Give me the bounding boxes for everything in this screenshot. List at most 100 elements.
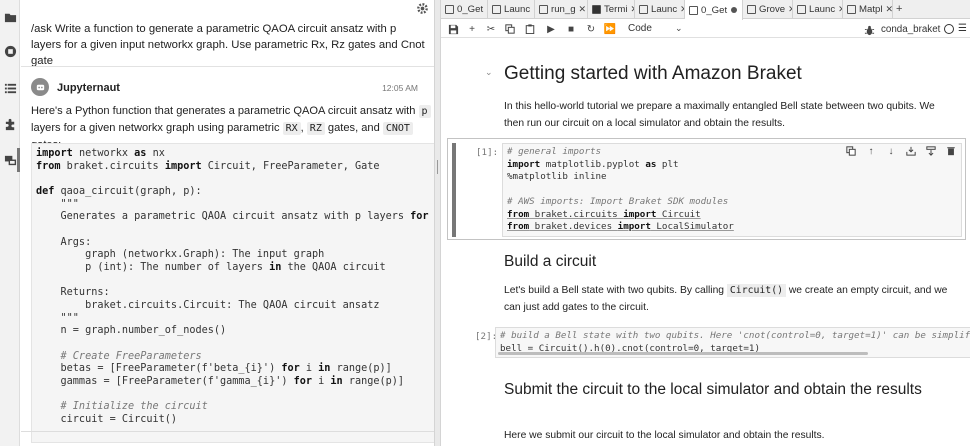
inline-code: RZ [306, 122, 325, 135]
add-tab-icon[interactable]: + [893, 0, 902, 18]
tab-launc[interactable]: Launc✕ [793, 0, 843, 19]
message-timestamp: 12:05 AM [382, 83, 418, 93]
cut-icon[interactable]: ✂ [485, 23, 497, 35]
insert-below-icon[interactable] [925, 145, 937, 157]
inline-code: p [418, 105, 431, 118]
close-icon[interactable]: ✕ [885, 4, 892, 15]
cell-toolbar: ↑ ↓ [845, 145, 957, 157]
paste-icon[interactable] [524, 23, 536, 35]
tab-termi[interactable]: Termi✕ [588, 0, 635, 19]
tab-label: Launc [504, 4, 531, 15]
kernel-status-icon [944, 24, 954, 34]
launcher-icon [639, 5, 648, 14]
fast-forward-icon[interactable]: ⏩ [604, 23, 616, 35]
message-divider [21, 66, 434, 67]
inline-code: CNOT [382, 122, 413, 135]
save-icon[interactable] [447, 23, 459, 35]
notebook-icon [747, 5, 756, 14]
panel-splitter[interactable] [434, 0, 441, 446]
menu-icon[interactable]: ☰ [958, 23, 967, 34]
running-icon[interactable] [3, 44, 17, 58]
tab-label: Termi [604, 4, 628, 15]
code-text: # general imports import matplotlib.pypl… [507, 146, 734, 232]
tab-0-get[interactable]: 0_Get✕ [441, 0, 488, 19]
bot-avatar [31, 78, 49, 96]
section-heading-build: Build a circuit [504, 253, 597, 270]
notebook-title: Getting started with Amazon Braket [504, 63, 802, 84]
horizontal-scrollbar[interactable] [498, 352, 868, 355]
list-icon[interactable] [3, 81, 17, 95]
tab-label: run_g [551, 4, 576, 15]
chat-icon[interactable] [3, 153, 17, 167]
cell-prompt: [2]: [475, 331, 498, 342]
tab-label: 0_Get [701, 4, 728, 16]
notebook-content: ⌄ Getting started with Amazon Braket In … [441, 39, 970, 446]
stop-icon[interactable]: ■ [565, 23, 577, 35]
tab-run-g[interactable]: run_g ✕ [535, 0, 588, 19]
notebook-toolbar: + ✂ ▶ ■ ↻ ⏩ Code ⌄ conda_braket ☰ [441, 20, 970, 38]
gear-icon[interactable] [416, 2, 430, 16]
launcher-icon [797, 5, 806, 14]
insert-above-icon[interactable] [905, 145, 917, 157]
restart-icon[interactable]: ↻ [585, 23, 597, 35]
debugger-icon[interactable] [864, 23, 876, 36]
close-icon[interactable]: ✕ [579, 4, 587, 15]
section-heading-submit: Submit the circuit to the local simulato… [504, 381, 922, 398]
bot-name: Jupyternaut [57, 82, 120, 94]
tab-launc[interactable]: Launc✕ [488, 0, 535, 19]
notebook-icon [689, 5, 698, 15]
code-text: import networkx as nx from braket.circui… [36, 148, 429, 425]
tab-grove[interactable]: Grove✕ [743, 0, 793, 19]
duplicate-icon[interactable] [845, 145, 857, 157]
extension-icon[interactable] [3, 117, 17, 131]
tab-launc[interactable]: Launc✕ [635, 0, 685, 19]
terminal-icon [592, 5, 601, 14]
collapse-chevron-icon[interactable]: ⌄ [485, 67, 493, 78]
copy-icon[interactable] [504, 23, 516, 35]
launcher-icon [492, 5, 501, 14]
notebook-area: 0_Get✕Launc✕run_g✕Termi✕Launc✕0_GetGrove… [441, 0, 970, 446]
tab-0-get[interactable]: 0_Get [685, 0, 743, 20]
response-code-block[interactable]: import networkx as nx from braket.circui… [31, 143, 434, 443]
user-message: /ask Write a function to generate a para… [31, 23, 425, 67]
inline-code: Circuit() [726, 284, 786, 297]
code-cell-1[interactable]: [1]: # general imports import matplotlib… [447, 138, 966, 240]
notebook-icon [847, 5, 856, 14]
intro-paragraph: In this hello-world tutorial we prepare … [504, 101, 935, 129]
tab-label: Launc [651, 4, 678, 15]
inline-code: RX [282, 122, 301, 135]
cell-type-dropdown[interactable]: Code [628, 23, 652, 34]
tab-matpl[interactable]: Matpl ✕ [843, 0, 893, 19]
text-segment: Here's a Python function that generates … [31, 105, 419, 117]
robot-icon [36, 84, 44, 90]
unsaved-dot-icon[interactable] [731, 7, 738, 13]
file-icon [539, 5, 548, 14]
activity-bar [0, 0, 20, 446]
active-cell-indicator [452, 143, 456, 237]
run-icon[interactable]: ▶ [545, 23, 557, 35]
chat-panel: /ask Write a function to generate a para… [21, 0, 434, 446]
move-down-icon[interactable]: ↓ [885, 145, 897, 157]
tab-label: Grove [759, 4, 786, 15]
tab-label: Matpl [859, 4, 883, 15]
submit-paragraph: Here we submit our circuit to the local … [504, 430, 825, 441]
chevron-down-icon[interactable]: ⌄ [675, 23, 683, 34]
cell-1-editor[interactable]: # general imports import matplotlib.pypl… [502, 143, 962, 237]
folder-icon[interactable] [3, 10, 17, 24]
splitter-grip[interactable] [437, 160, 438, 174]
notebook-icon [445, 5, 454, 14]
tab-label: 0_Get [457, 4, 484, 15]
active-indicator [17, 148, 20, 172]
delete-icon[interactable] [945, 145, 957, 157]
build-paragraph: Let's build a Bell state with two qubits… [504, 283, 950, 316]
tab-label: Launc [809, 4, 836, 15]
cell-prompt: [1]: [476, 147, 499, 158]
kernel-name[interactable]: conda_braket [881, 24, 940, 35]
add-cell-icon[interactable]: + [466, 23, 478, 35]
text-segment: layers for a given networkx graph using … [31, 122, 283, 134]
text-segment: gates, and [324, 122, 383, 134]
code-cell-2[interactable]: # build a Bell state with two qubits. He… [495, 327, 970, 358]
text-segment: Let's build a Bell state with two qubits… [504, 285, 727, 296]
chat-input-divider [21, 431, 434, 432]
move-up-icon[interactable]: ↑ [865, 145, 877, 157]
